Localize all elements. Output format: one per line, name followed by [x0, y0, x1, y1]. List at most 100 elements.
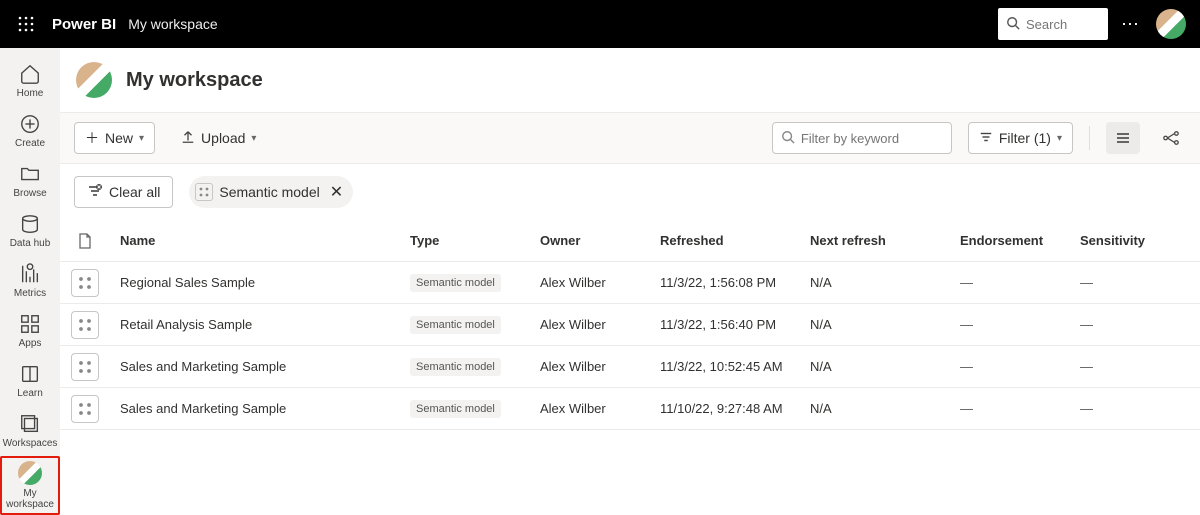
- keyword-filter[interactable]: [772, 122, 952, 154]
- divider: [1089, 126, 1090, 150]
- search-icon: [781, 130, 795, 147]
- column-endorsement[interactable]: Endorsement: [960, 233, 1080, 248]
- item-owner: Alex Wilber: [540, 359, 660, 374]
- item-sensitivity: —: [1080, 359, 1180, 374]
- item-owner: Alex Wilber: [540, 275, 660, 290]
- semantic-model-icon: [71, 269, 99, 297]
- column-name[interactable]: Name: [120, 233, 410, 248]
- toolbar: ＋ New ▾ Upload ▾: [60, 112, 1200, 164]
- item-name[interactable]: Retail Analysis Sample: [120, 317, 410, 332]
- app-launcher-icon[interactable]: [10, 8, 42, 40]
- clear-all-button[interactable]: Clear all: [74, 176, 173, 208]
- nav-learn[interactable]: Learn: [0, 356, 60, 406]
- upload-label: Upload: [201, 130, 245, 146]
- item-endorsement: —: [960, 275, 1080, 290]
- nav-data-hub[interactable]: Data hub: [0, 206, 60, 256]
- table-row[interactable]: Retail Analysis Sample Semantic model Al…: [60, 304, 1200, 346]
- item-owner: Alex Wilber: [540, 317, 660, 332]
- filter-label: Filter (1): [999, 130, 1051, 146]
- row-icon-cell: [60, 311, 120, 339]
- item-sensitivity: —: [1080, 401, 1180, 416]
- column-refreshed[interactable]: Refreshed: [660, 233, 810, 248]
- chip-label: Semantic model: [219, 184, 319, 200]
- semantic-model-icon: [71, 353, 99, 381]
- nav-home[interactable]: Home: [0, 56, 60, 106]
- keyword-filter-input[interactable]: [801, 131, 977, 146]
- column-type[interactable]: Type: [410, 233, 540, 248]
- user-avatar[interactable]: [1156, 9, 1186, 39]
- workspace-header: My workspace: [60, 48, 1200, 112]
- item-name[interactable]: Sales and Marketing Sample: [120, 359, 410, 374]
- content-table: Name Type Owner Refreshed Next refresh E…: [60, 220, 1200, 430]
- top-bar: Power BI My workspace ⋯: [0, 0, 1200, 48]
- nav-home-label: Home: [17, 88, 44, 99]
- chevron-down-icon: ▾: [1057, 133, 1062, 144]
- global-search-input[interactable]: [1026, 17, 1096, 32]
- item-owner: Alex Wilber: [540, 401, 660, 416]
- workspace-avatar: [76, 62, 112, 98]
- table-row[interactable]: Sales and Marketing Sample Semantic mode…: [60, 346, 1200, 388]
- item-sensitivity: —: [1080, 317, 1180, 332]
- filter-chips-row: Clear all Semantic model ✕: [60, 164, 1200, 220]
- filter-icon: [979, 130, 993, 147]
- nav-metrics[interactable]: Metrics: [0, 256, 60, 306]
- clear-filter-icon: [87, 183, 103, 202]
- upload-icon: [181, 130, 195, 147]
- chevron-down-icon: ▾: [251, 133, 256, 144]
- nav-create[interactable]: Create: [0, 106, 60, 156]
- item-name[interactable]: Sales and Marketing Sample: [120, 401, 410, 416]
- left-nav-rail: Home Create Browse Data hub Metrics Apps…: [0, 48, 60, 515]
- item-next-refresh: N/A: [810, 317, 960, 332]
- close-icon[interactable]: ✕: [330, 182, 343, 202]
- item-name[interactable]: Regional Sales Sample: [120, 275, 410, 290]
- filter-button[interactable]: Filter (1) ▾: [968, 122, 1073, 154]
- column-owner[interactable]: Owner: [540, 233, 660, 248]
- nav-my-workspace[interactable]: My workspace: [0, 456, 60, 515]
- item-endorsement: —: [960, 317, 1080, 332]
- row-icon-cell: [60, 353, 120, 381]
- nav-learn-label: Learn: [17, 388, 43, 399]
- item-type: Semantic model: [410, 358, 540, 376]
- item-endorsement: —: [960, 401, 1080, 416]
- nav-create-label: Create: [15, 138, 45, 149]
- nav-myworkspace-label: My workspace: [2, 488, 58, 510]
- item-next-refresh: N/A: [810, 401, 960, 416]
- plus-icon: ＋: [85, 128, 99, 148]
- breadcrumb[interactable]: My workspace: [128, 16, 217, 32]
- filter-chip-semantic-model[interactable]: Semantic model ✕: [189, 176, 353, 208]
- list-view-toggle[interactable]: [1106, 122, 1140, 154]
- more-options-icon[interactable]: ⋯: [1110, 14, 1150, 35]
- item-refreshed: 11/3/22, 1:56:40 PM: [660, 317, 810, 332]
- row-icon-cell: [60, 269, 120, 297]
- nav-metrics-label: Metrics: [14, 288, 46, 299]
- column-sensitivity[interactable]: Sensitivity: [1080, 233, 1180, 248]
- item-type: Semantic model: [410, 316, 540, 334]
- item-refreshed: 11/3/22, 1:56:08 PM: [660, 275, 810, 290]
- table-row[interactable]: Regional Sales Sample Semantic model Ale…: [60, 262, 1200, 304]
- nav-apps-label: Apps: [19, 338, 42, 349]
- nav-browse[interactable]: Browse: [0, 156, 60, 206]
- table-header-row: Name Type Owner Refreshed Next refresh E…: [60, 220, 1200, 262]
- table-row[interactable]: Sales and Marketing Sample Semantic mode…: [60, 388, 1200, 430]
- nav-apps[interactable]: Apps: [0, 306, 60, 356]
- global-search[interactable]: [998, 8, 1108, 40]
- nav-workspaces[interactable]: Workspaces: [0, 406, 60, 456]
- brand-label: Power BI: [52, 16, 116, 33]
- main-content: My workspace ＋ New ▾ Upload ▾: [60, 48, 1200, 515]
- row-icon-cell: [60, 395, 120, 423]
- page-title: My workspace: [126, 69, 263, 92]
- upload-button[interactable]: Upload ▾: [171, 122, 266, 154]
- search-icon: [1006, 16, 1020, 33]
- item-next-refresh: N/A: [810, 275, 960, 290]
- column-next-refresh[interactable]: Next refresh: [810, 233, 960, 248]
- item-refreshed: 11/3/22, 10:52:45 AM: [660, 359, 810, 374]
- semantic-model-icon: [71, 395, 99, 423]
- item-type: Semantic model: [410, 274, 540, 292]
- nav-datahub-label: Data hub: [10, 238, 51, 249]
- lineage-view-button[interactable]: [1156, 129, 1186, 147]
- semantic-model-icon: [195, 183, 213, 201]
- new-label: New: [105, 130, 133, 146]
- new-button[interactable]: ＋ New ▾: [74, 122, 155, 154]
- item-endorsement: —: [960, 359, 1080, 374]
- column-icon-header: [60, 233, 120, 249]
